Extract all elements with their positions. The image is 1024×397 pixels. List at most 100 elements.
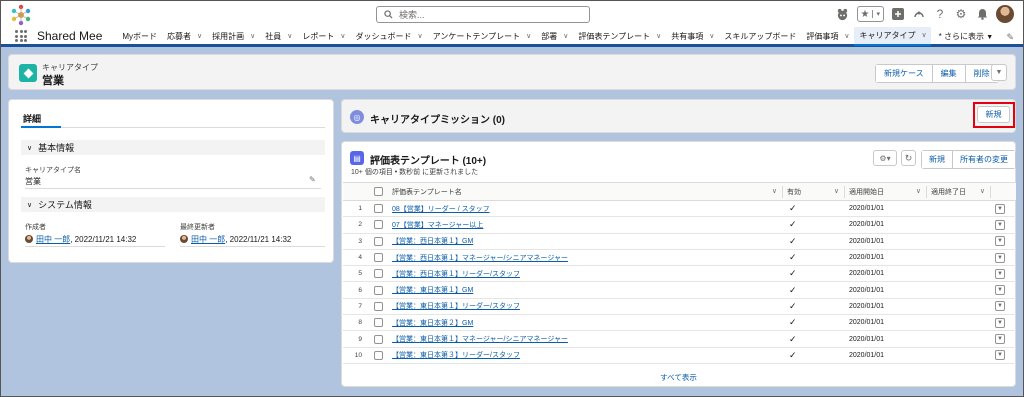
row-checkbox[interactable] bbox=[374, 285, 383, 295]
table-row: 9 【営業：東日本第１】マネージャー/シニアマネージャー ✓ 2020/01/01 ▼ bbox=[343, 330, 1016, 348]
section-system-info-label: システム情報 bbox=[38, 200, 92, 210]
chevron-down-icon[interactable]: ∨ bbox=[287, 32, 292, 40]
nav-item-9[interactable]: 共有事項 ∨ bbox=[665, 27, 718, 46]
column-header-start-date[interactable]: 適用開始日 ∨ bbox=[845, 182, 927, 201]
nav-item-label: Myボード bbox=[122, 31, 158, 41]
row-actions-dropdown[interactable]: ▼ bbox=[995, 236, 1005, 247]
chevron-down-icon[interactable]: ∨ bbox=[844, 32, 849, 40]
list-settings-gear-icon[interactable]: ⚙▾ bbox=[873, 150, 897, 166]
template-name-link[interactable]: 【営業：東日本第１】リーダー/スタッフ bbox=[392, 303, 520, 310]
row-actions-dropdown[interactable]: ▼ bbox=[995, 252, 1005, 263]
template-name-link[interactable]: 08【営業】リーダー / スタッフ bbox=[392, 206, 490, 213]
row-actions-dropdown[interactable]: ▼ bbox=[995, 334, 1005, 345]
chevron-down-icon[interactable]: ∨ bbox=[709, 32, 714, 40]
template-name-link[interactable]: 【営業：西日本第１】リーダー/スタッフ bbox=[392, 271, 520, 278]
row-actions-dropdown[interactable]: ▼ bbox=[995, 317, 1005, 328]
row-checkbox[interactable] bbox=[374, 220, 383, 230]
section-system-info[interactable]: ∨ システム情報 bbox=[21, 197, 325, 212]
template-name-link[interactable]: 【営業：東日本第１】マネージャー/シニアマネージャー bbox=[392, 336, 568, 343]
column-header-name[interactable]: 評価表テンプレート名 ∨ bbox=[388, 182, 783, 201]
change-owner-button[interactable]: 所有者の変更 bbox=[953, 151, 1015, 168]
chevron-down-icon[interactable]: ∨ bbox=[563, 32, 568, 40]
nav-item-1[interactable]: 応募者 ∨ bbox=[161, 27, 206, 46]
row-checkbox[interactable] bbox=[374, 350, 383, 360]
chevron-down-icon[interactable]: ∨ bbox=[656, 32, 661, 40]
nav-item-0[interactable]: Myボード bbox=[116, 27, 161, 46]
row-checkbox[interactable] bbox=[374, 334, 383, 344]
template-name-link[interactable]: 【営業：東日本第３】リーダー/スタッフ bbox=[392, 352, 520, 359]
more-actions-dropdown[interactable]: ▼ bbox=[991, 64, 1007, 81]
nav-item-12[interactable]: キャリアタイプ ∨ bbox=[853, 26, 931, 46]
refresh-icon[interactable]: ↻ bbox=[901, 150, 916, 166]
row-checkbox[interactable] bbox=[374, 204, 383, 214]
edit-nav-pencil-icon[interactable]: ✎ bbox=[1006, 32, 1014, 43]
active-check-icon: ✓ bbox=[783, 347, 845, 364]
missions-new-button[interactable]: 新規 bbox=[977, 106, 1010, 123]
global-search-input[interactable]: 検索... bbox=[376, 6, 590, 23]
row-actions-dropdown[interactable]: ▼ bbox=[995, 350, 1005, 361]
row-actions-dropdown[interactable]: ▼ bbox=[995, 203, 1005, 214]
favorites-button[interactable]: ★ ▾ bbox=[856, 6, 884, 22]
missions-title[interactable]: キャリアタイプミッション (0) bbox=[370, 111, 505, 126]
row-checkbox[interactable] bbox=[374, 318, 383, 328]
nav-item-2[interactable]: 採用計画 ∨ bbox=[206, 27, 259, 46]
edit-pencil-icon[interactable]: ✎ bbox=[309, 175, 316, 184]
active-check-icon: ✓ bbox=[783, 233, 845, 250]
row-checkbox[interactable] bbox=[374, 269, 383, 279]
nav-item-5[interactable]: ダッシュボード ∨ bbox=[350, 27, 427, 46]
row-actions-dropdown[interactable]: ▼ bbox=[995, 268, 1005, 279]
nav-item-6[interactable]: アンケートテンプレート ∨ bbox=[427, 27, 536, 46]
chevron-down-icon[interactable]: ∨ bbox=[418, 32, 423, 40]
nav-item-3[interactable]: 社員 ∨ bbox=[259, 27, 296, 46]
select-all-checkbox[interactable] bbox=[374, 187, 383, 196]
row-checkbox[interactable] bbox=[374, 253, 383, 263]
row-checkbox[interactable] bbox=[374, 301, 383, 311]
row-number: 5 bbox=[343, 265, 370, 283]
start-date-cell: 2020/01/01 bbox=[845, 200, 927, 218]
template-name-link[interactable]: 【営業：東日本第１】GM bbox=[392, 287, 473, 294]
created-by-user-link[interactable]: 田中 一郎 bbox=[36, 235, 70, 244]
app-logo-icon[interactable] bbox=[10, 4, 32, 26]
tab-details[interactable]: 詳細 bbox=[23, 112, 41, 125]
row-actions-dropdown[interactable]: ▼ bbox=[995, 285, 1005, 296]
trailhead-icon[interactable] bbox=[912, 7, 926, 21]
column-header-active[interactable]: 有効 ∨ bbox=[783, 182, 845, 201]
nav-item-4[interactable]: レポート ∨ bbox=[296, 27, 349, 46]
template-name-link[interactable]: 【営業：西日本第１】マネージャー/シニアマネージャー bbox=[392, 255, 568, 262]
nav-more-button[interactable]: * さらに表示 ▼ bbox=[939, 31, 994, 42]
setup-gear-icon[interactable]: ⚙ bbox=[954, 7, 968, 21]
row-checkbox[interactable] bbox=[374, 236, 383, 246]
help-icon[interactable]: ? bbox=[933, 7, 947, 21]
notifications-bell-icon[interactable] bbox=[975, 7, 989, 21]
chevron-down-icon[interactable]: ∨ bbox=[197, 32, 202, 40]
active-check-icon: ✓ bbox=[783, 281, 845, 299]
new-case-button[interactable]: 新規ケース bbox=[876, 65, 933, 82]
template-name-link[interactable]: 07【営業】マネージャー以上 bbox=[392, 222, 483, 229]
modified-by-user-link[interactable]: 田中 一郎 bbox=[191, 235, 225, 244]
chevron-down-icon[interactable]: ∨ bbox=[922, 31, 927, 39]
user-avatar[interactable] bbox=[996, 5, 1014, 23]
nav-item-10[interactable]: スキルアップボード bbox=[718, 27, 800, 46]
template-name-link[interactable]: 【営業：西日本第１】GM bbox=[392, 238, 473, 245]
row-number: 3 bbox=[343, 233, 370, 250]
end-date-cell bbox=[927, 200, 991, 218]
app-launcher-icon[interactable] bbox=[15, 30, 27, 42]
chevron-down-icon[interactable]: ∨ bbox=[340, 32, 345, 40]
row-actions-dropdown[interactable]: ▼ bbox=[995, 301, 1005, 312]
nav-item-7[interactable]: 部署 ∨ bbox=[535, 27, 572, 46]
nav-item-8[interactable]: 評価表テンプレート ∨ bbox=[572, 27, 665, 46]
section-basic-info[interactable]: ∨ 基本情報 bbox=[21, 140, 325, 155]
column-header-end-date[interactable]: 適用終了日 ∨ bbox=[927, 182, 991, 201]
nav-item-11[interactable]: 評価事項 ∨ bbox=[800, 27, 853, 46]
record-action-buttons: 新規ケース 編集 削除 bbox=[875, 64, 999, 83]
template-name-link[interactable]: 【営業：東日本第２】GM bbox=[392, 320, 473, 327]
einstein-icon[interactable] bbox=[836, 7, 850, 21]
chevron-down-icon[interactable]: ∨ bbox=[250, 32, 255, 40]
view-all-link[interactable]: すべて表示 bbox=[342, 372, 1015, 383]
row-actions-dropdown[interactable]: ▼ bbox=[995, 219, 1005, 230]
templates-new-button[interactable]: 新規 bbox=[922, 151, 953, 168]
edit-button[interactable]: 編集 bbox=[932, 65, 966, 82]
chevron-down-icon[interactable]: ∨ bbox=[526, 32, 531, 40]
add-icon[interactable] bbox=[891, 7, 905, 21]
templates-title[interactable]: 評価表テンプレート (10+) bbox=[370, 152, 486, 167]
